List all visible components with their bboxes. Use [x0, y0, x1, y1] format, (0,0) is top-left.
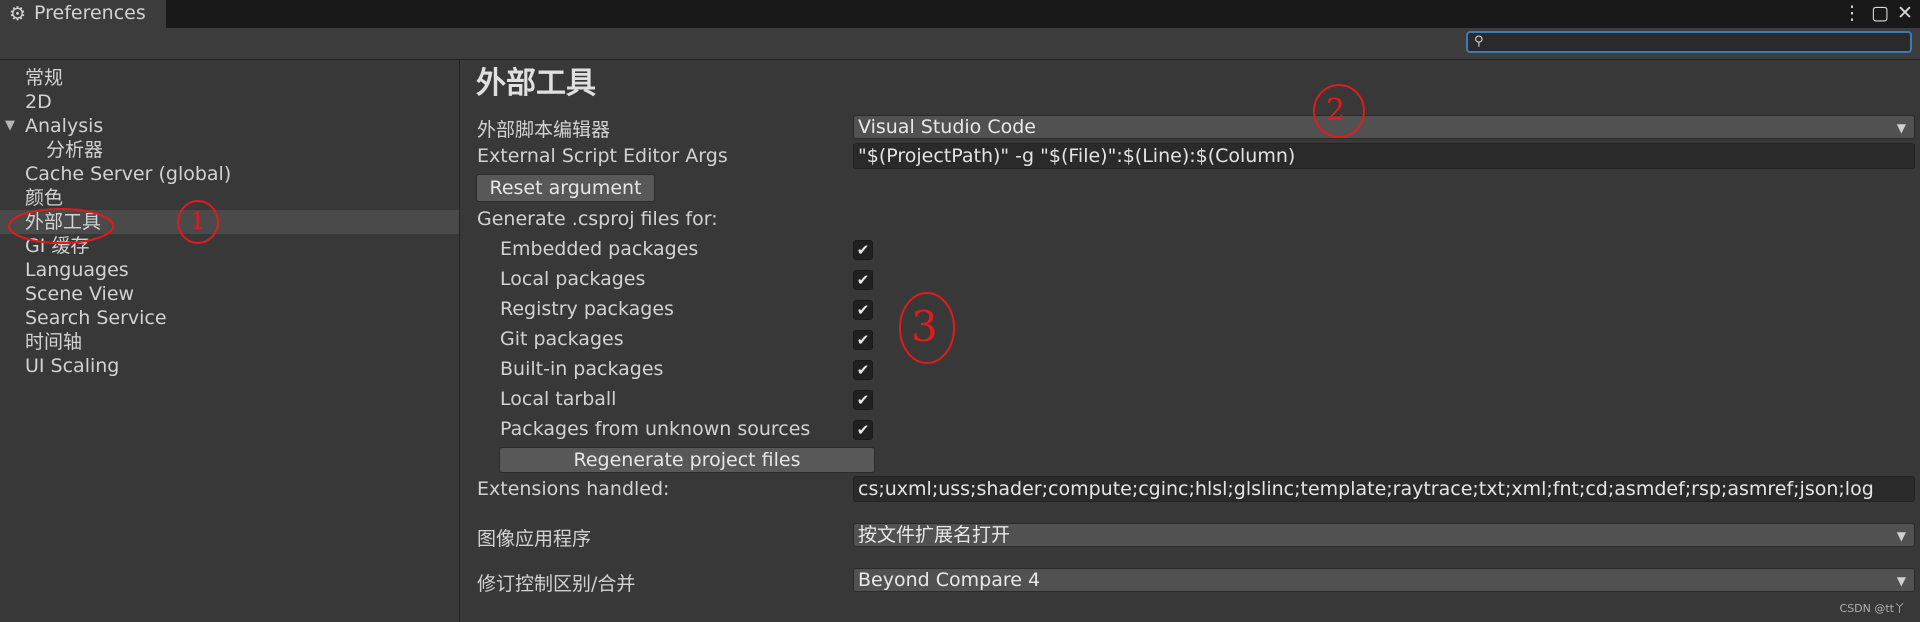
package-label: Registry packages [500, 298, 674, 320]
search-input[interactable]: ⚲ [1466, 31, 1912, 53]
sidebar-item-label: Cache Server (global) [25, 163, 232, 185]
sidebar-item-label: 常规 [25, 67, 64, 89]
title-bar: ⚙ Preferences ⋮ ▢ ✕ [0, 0, 1920, 28]
sidebar-item-search-service[interactable]: Search Service [0, 306, 459, 330]
annotation-marker-2: 2 [1326, 93, 1346, 128]
local-tarball-checkbox[interactable]: ✔ [853, 390, 873, 410]
package-label: Embedded packages [500, 238, 699, 260]
sidebar-item-profiler[interactable]: 分析器 [0, 138, 459, 162]
built-in-packages-checkbox[interactable]: ✔ [853, 360, 873, 380]
sidebar-item-label: 时间轴 [25, 331, 83, 353]
maximize-icon[interactable]: ▢ [1869, 2, 1891, 24]
sidebar-item-label: 2D [25, 91, 52, 113]
reset-argument-button[interactable]: Reset argument [476, 174, 655, 202]
revision-control-dropdown[interactable]: Beyond Compare 4 ▼ [853, 568, 1915, 592]
sidebar: 常规 2D ▼ Analysis 分析器 Cache Server (globa… [0, 60, 459, 622]
image-application-label: 图像应用程序 [477, 528, 592, 550]
package-label: Local tarball [500, 388, 617, 410]
extensions-field[interactable]: cs;uxml;uss;shader;compute;cginc;hlsl;gl… [853, 476, 1915, 502]
close-icon[interactable]: ✕ [1894, 2, 1916, 24]
chevron-down-icon: ▼ [1896, 121, 1906, 135]
expand-arrow-icon[interactable]: ▼ [5, 114, 15, 138]
revision-control-label: 修订控制区别/合并 [477, 573, 636, 595]
sidebar-item-label: Languages [25, 259, 129, 281]
package-label: Packages from unknown sources [500, 418, 811, 440]
sidebar-item-general[interactable]: 常规 [0, 66, 459, 90]
sidebar-item-label: UI Scaling [25, 355, 120, 377]
embedded-packages-checkbox[interactable]: ✔ [853, 240, 873, 260]
dropdown-value: Visual Studio Code [858, 116, 1036, 138]
editor-args-field[interactable]: "$(ProjectPath)" -g "$(File)":$(Line):$(… [853, 143, 1915, 169]
sidebar-item-languages[interactable]: Languages [0, 258, 459, 282]
package-label: Built-in packages [500, 358, 664, 380]
unknown-sources-checkbox[interactable]: ✔ [853, 420, 873, 440]
chevron-down-icon: ▼ [1896, 529, 1906, 543]
panel-divider[interactable] [459, 60, 460, 622]
sidebar-item-scene-view[interactable]: Scene View [0, 282, 459, 306]
search-icon: ⚲ [1474, 34, 1484, 49]
editor-label: 外部脚本编辑器 [477, 119, 611, 141]
preferences-tab[interactable]: ⚙ Preferences [0, 0, 166, 28]
page-title: 外部工具 [476, 66, 596, 101]
chevron-down-icon: ▼ [1896, 574, 1906, 588]
watermark: CSDN @tt丫 [1839, 602, 1905, 615]
sidebar-item-timeline[interactable]: 时间轴 [0, 330, 459, 354]
annotation-marker-1: 1 [190, 207, 206, 235]
more-options-icon[interactable]: ⋮ [1841, 2, 1863, 24]
registry-packages-checkbox[interactable]: ✔ [853, 300, 873, 320]
sidebar-item-label: 分析器 [46, 139, 104, 161]
editor-args-label: External Script Editor Args [477, 145, 728, 167]
sidebar-item-2d[interactable]: 2D [0, 90, 459, 114]
sidebar-item-analysis[interactable]: ▼ Analysis [0, 114, 459, 138]
tab-title: Preferences [34, 2, 146, 24]
regenerate-project-files-button[interactable]: Regenerate project files [499, 447, 875, 473]
package-label: Local packages [500, 268, 646, 290]
dropdown-value: Beyond Compare 4 [858, 569, 1041, 591]
annotation-marker-3: 3 [911, 302, 938, 351]
generate-csproj-label: Generate .csproj files for: [477, 208, 718, 230]
image-application-dropdown[interactable]: 按文件扩展名打开 ▼ [853, 523, 1915, 547]
extensions-label: Extensions handled: [477, 478, 670, 500]
dropdown-value: 按文件扩展名打开 [858, 524, 1011, 546]
local-packages-checkbox[interactable]: ✔ [853, 270, 873, 290]
external-editor-dropdown[interactable]: Visual Studio Code ▼ [853, 115, 1915, 139]
sidebar-item-label: Analysis [25, 115, 104, 137]
git-packages-checkbox[interactable]: ✔ [853, 330, 873, 350]
sidebar-item-label: Scene View [25, 283, 135, 305]
sidebar-item-cache-server[interactable]: Cache Server (global) [0, 162, 459, 186]
sidebar-item-ui-scaling[interactable]: UI Scaling [0, 354, 459, 378]
gear-icon: ⚙ [9, 3, 27, 25]
sidebar-item-label: Search Service [25, 307, 167, 329]
annotation-circle [8, 208, 114, 244]
package-label: Git packages [500, 328, 624, 350]
